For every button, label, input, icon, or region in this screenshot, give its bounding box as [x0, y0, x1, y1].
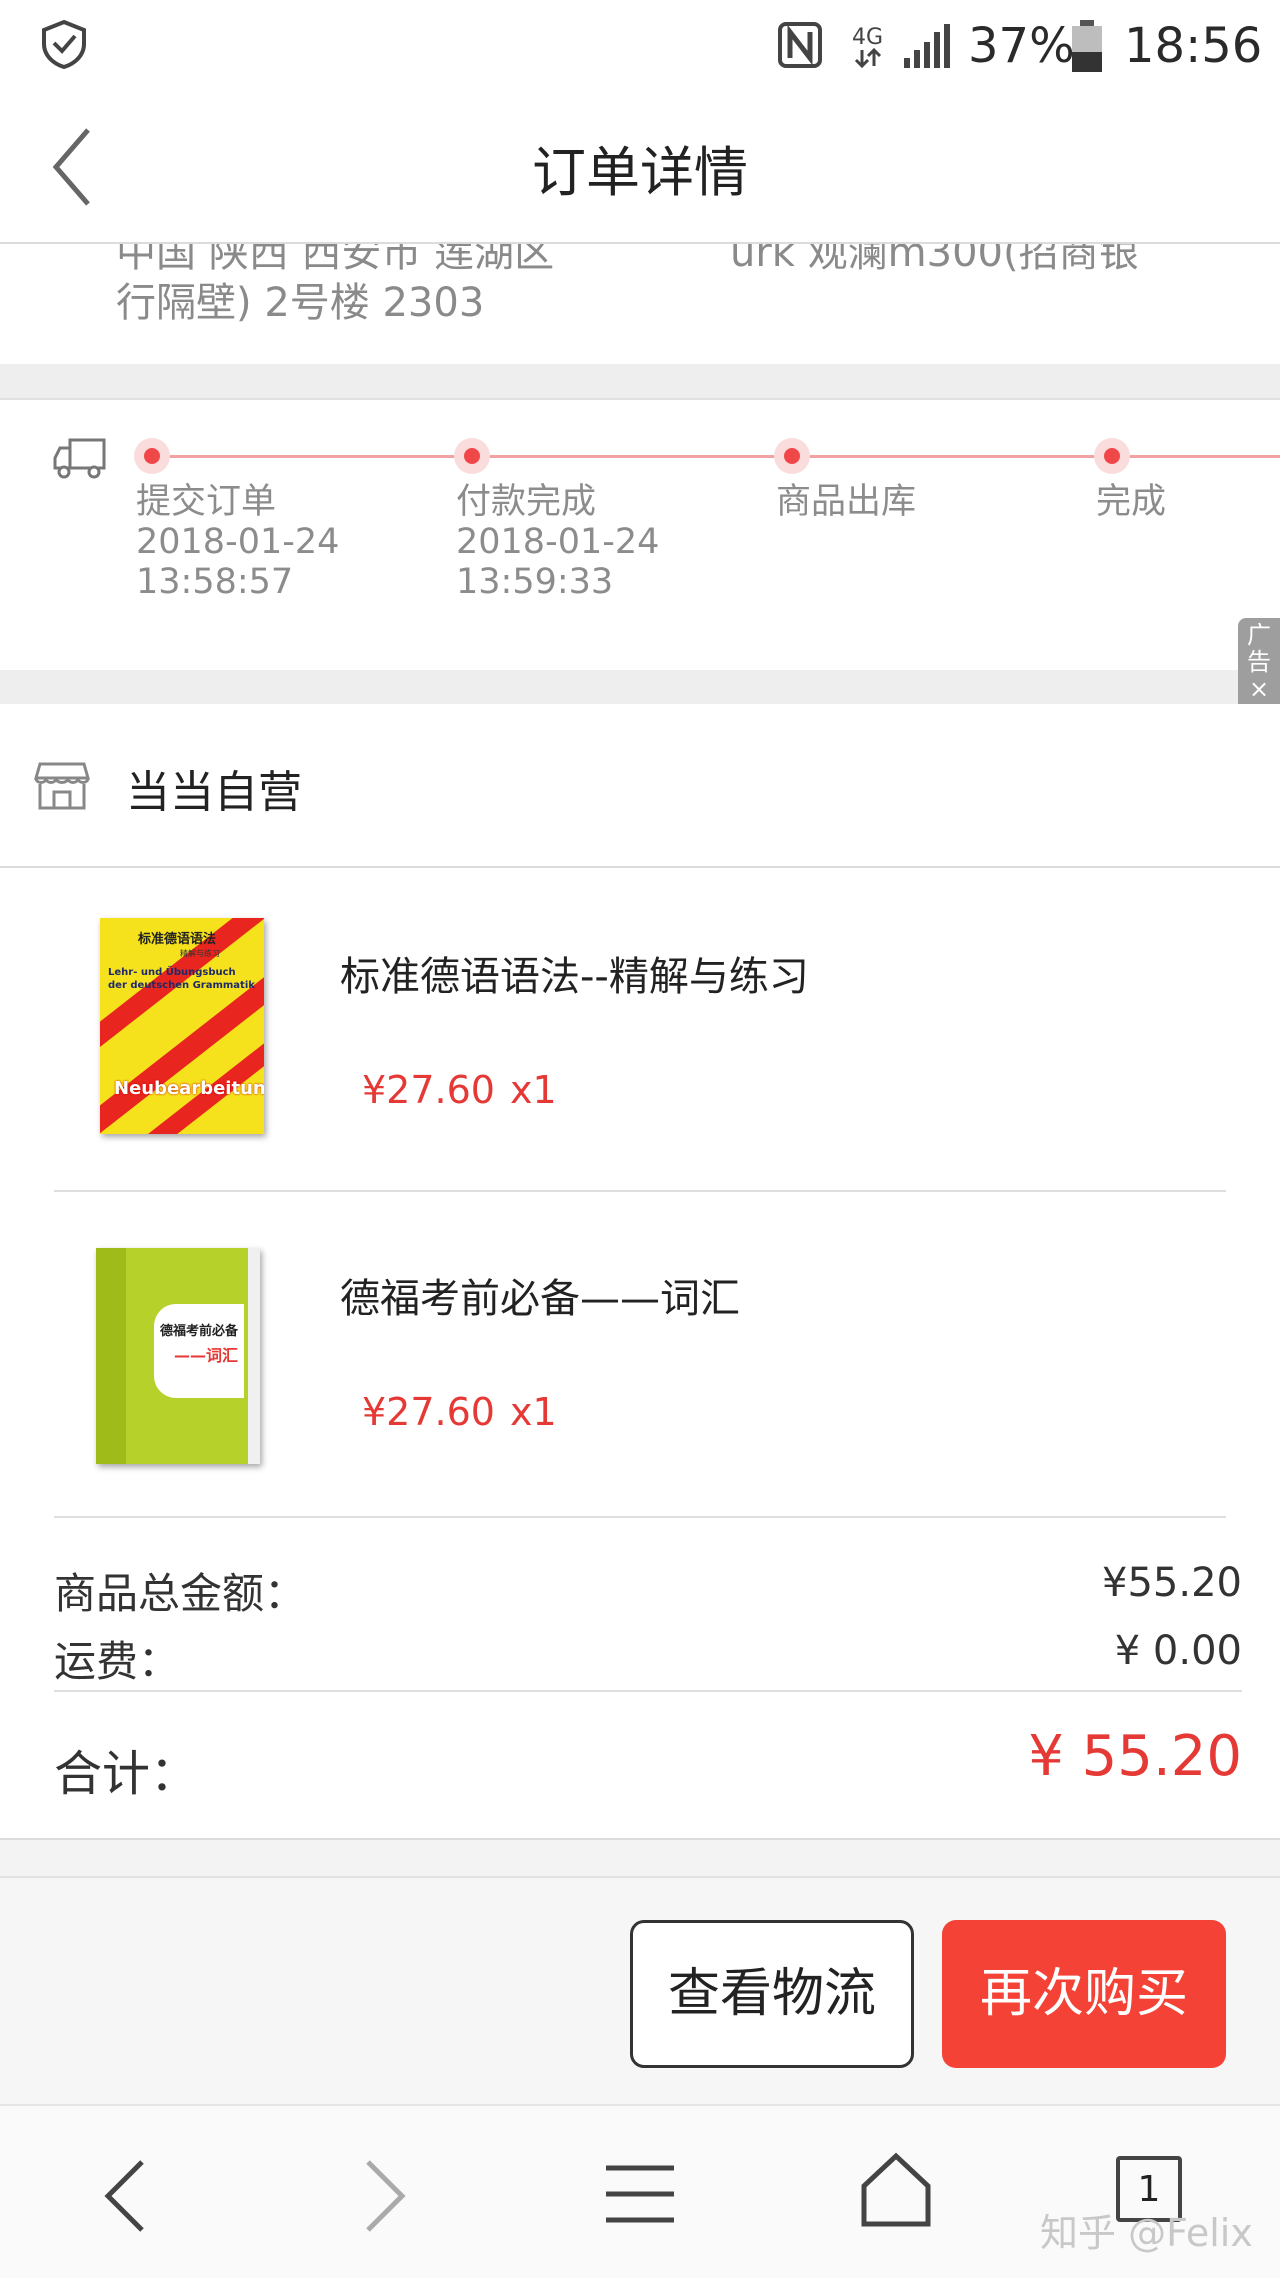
- product-title[interactable]: 德福考前必备——词汇: [340, 1266, 740, 1324]
- divider: [54, 1516, 1226, 1518]
- subtotal-label: 商品总金额：: [54, 1569, 307, 1618]
- timeline-step: 商品出库: [776, 482, 1076, 522]
- store-icon: [34, 762, 90, 810]
- timeline-step-label: 提交订单: [136, 482, 277, 522]
- product-qty: x1: [510, 1068, 557, 1112]
- timeline-step-time: 13:59:33: [456, 562, 614, 602]
- divider: [54, 1690, 1242, 1692]
- timeline-step-date: 2018-01-24: [136, 522, 340, 562]
- home-icon[interactable]: [860, 2152, 932, 2228]
- section-gap: [0, 1838, 1280, 1878]
- battery-icon: [1072, 20, 1102, 72]
- product-price: ¥27.60: [362, 1068, 495, 1112]
- timeline-step: 付款完成 2018-01-24 13:59:33: [456, 482, 756, 602]
- svg-text:4G: 4G: [852, 25, 883, 50]
- shield-icon: [42, 19, 86, 70]
- status-bar: 4G 37% 18:56: [0, 0, 1280, 92]
- browser-forward-icon[interactable]: [360, 2158, 410, 2234]
- product-cover: 德福考前必备 ——词汇: [96, 1248, 260, 1464]
- timeline-step: 提交订单 2018-01-24 13:58:57: [136, 482, 436, 602]
- timeline-step: 完成: [1096, 482, 1276, 522]
- action-bar: 查看物流 再次购买: [0, 1876, 1280, 2106]
- buy-again-button[interactable]: 再次购买: [942, 1920, 1226, 2068]
- total-label: 合计：: [54, 1746, 199, 1802]
- timeline-dot: [774, 438, 810, 474]
- product-cover: 标准德语语法 精解与练习 Lehr- und Übungsbuch der de…: [100, 918, 264, 1134]
- store-name: 当当自营: [126, 767, 302, 818]
- timeline-step-label: 商品出库: [776, 482, 917, 522]
- battery-percent: 37%: [968, 18, 1075, 74]
- timeline-step-label: 完成: [1096, 482, 1167, 522]
- cover-subtitle: 精解与练习: [180, 949, 220, 958]
- product-title[interactable]: 标准德语语法--精解与练习: [340, 944, 809, 1002]
- shipping-value: ¥ 0.00: [1114, 1628, 1242, 1674]
- cover-en-title: Lehr- und Übungsbuch der deutschen Gramm…: [108, 967, 255, 991]
- timeline-step-date: 2018-01-24: [456, 522, 660, 562]
- product-price: ¥27.60: [362, 1390, 495, 1434]
- nfc-icon: [778, 22, 822, 68]
- view-logistics-button[interactable]: 查看物流: [630, 1920, 914, 2068]
- section-gap: [0, 670, 1280, 704]
- cover-title: 德福考前必备: [160, 1324, 239, 1339]
- store-header: 当当自营: [0, 704, 1280, 868]
- browser-toolbar: 1 知乎 @Felix: [0, 2104, 1280, 2278]
- truck-icon: [53, 438, 106, 479]
- address-line: 行隔壁) 2号楼 2303: [116, 280, 485, 326]
- watermark: 知乎 @Felix: [1040, 2211, 1253, 2255]
- cover-subtitle: ——词汇: [174, 1346, 239, 1365]
- timeline-dot: [134, 438, 170, 474]
- cover-word: Neubearbeitung: [114, 1078, 264, 1099]
- clock: 18:56: [1124, 18, 1263, 74]
- signal-icon: 4G: [852, 24, 950, 69]
- address-line-partial: urk 观澜m300(招商银: [730, 244, 1139, 276]
- timeline-step-time: 13:58:57: [136, 562, 294, 602]
- product-item[interactable]: 德福考前必备 ——词汇 德福考前必备——词汇 ¥27.60 x1: [0, 1192, 1280, 1516]
- shipping-label: 运费：: [54, 1637, 181, 1686]
- product-item[interactable]: 标准德语语法 精解与练习 Lehr- und Übungsbuch der de…: [0, 868, 1280, 1190]
- timeline-dot: [1094, 438, 1130, 474]
- browser-back-icon[interactable]: [100, 2158, 150, 2234]
- page-title: 订单详情: [532, 141, 748, 204]
- cover-title: 标准德语语法: [138, 932, 217, 947]
- section-gap: [0, 364, 1280, 398]
- order-timeline: 提交订单 2018-01-24 13:58:57 付款完成 2018-01-24…: [0, 398, 1280, 674]
- address-section: 中国 陕西 西安市 莲湖区 urk 观澜m300(招商银 行隔壁) 2号楼 23…: [0, 244, 1280, 364]
- timeline-dot: [454, 438, 490, 474]
- ad-tag-label: 广告: [1247, 621, 1271, 676]
- product-qty: x1: [510, 1390, 557, 1434]
- close-icon[interactable]: ×: [1238, 676, 1280, 703]
- menu-icon[interactable]: [604, 2162, 676, 2226]
- subtotal-value: ¥55.20: [1102, 1560, 1242, 1606]
- total-value: ¥ 55.20: [1028, 1724, 1242, 1789]
- header-bar: 订单详情: [0, 92, 1280, 244]
- timeline-step-label: 付款完成: [456, 482, 597, 522]
